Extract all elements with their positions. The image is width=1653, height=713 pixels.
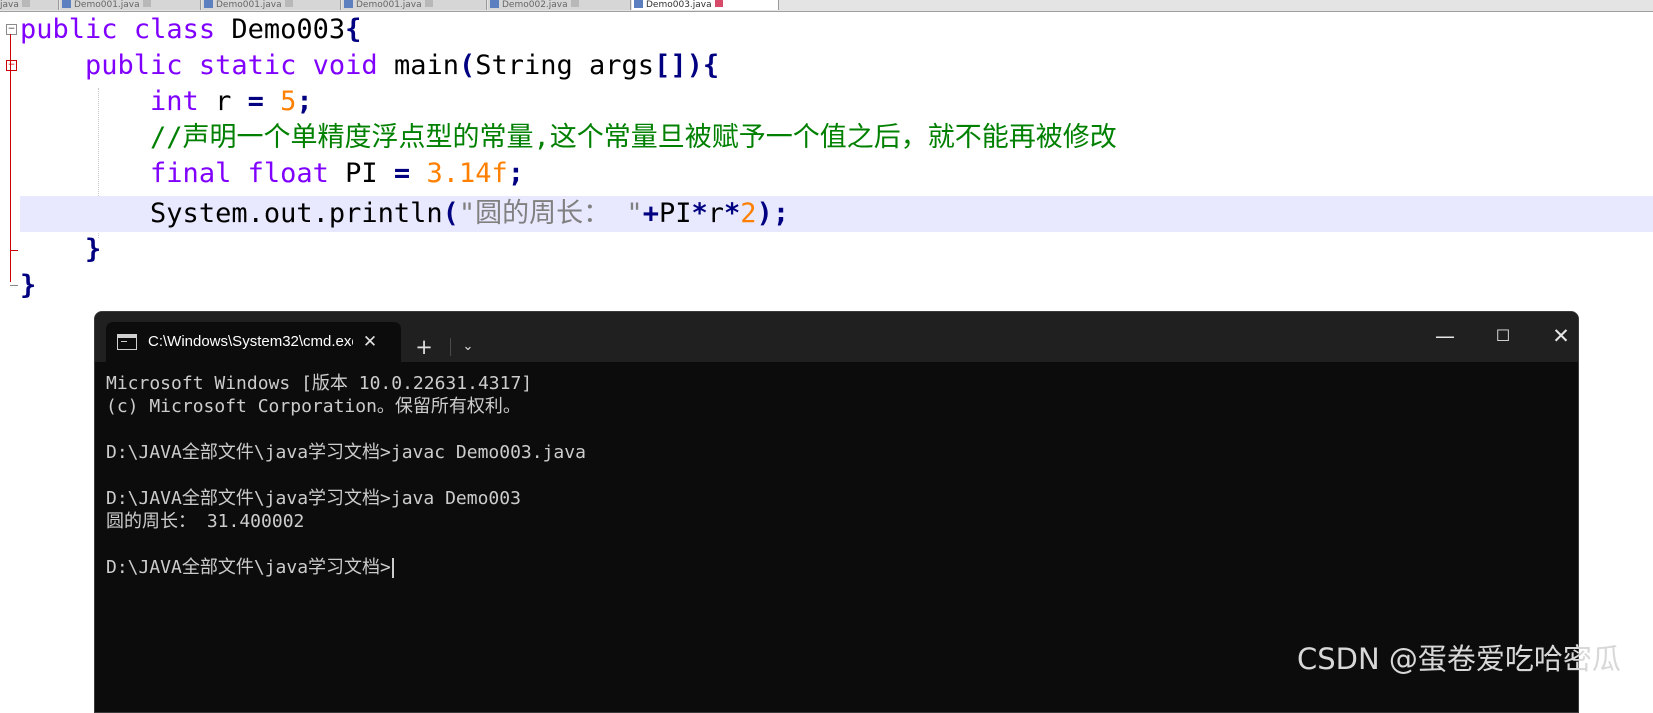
close-icon[interactable] [21, 0, 30, 7]
operator: + [642, 198, 659, 229]
fold-marker [10, 34, 11, 282]
editor-tab-active[interactable]: Demo003.java [632, 0, 779, 10]
keyword: void [312, 50, 378, 81]
identifier: Demo003 [231, 14, 346, 45]
editor-tab[interactable]: Demo001.java [202, 0, 341, 10]
operator: = [247, 86, 264, 117]
keyword: class [133, 14, 216, 45]
code-line[interactable]: } [20, 268, 36, 304]
editor-tab-label: Demo001.java [356, 0, 422, 10]
file-icon [62, 0, 71, 8]
maximize-button[interactable]: ☐ [1478, 318, 1528, 354]
code-line[interactable]: //声明一个单精度浮点型的常量,这个常量旦被赋予一个值之后，就不能再被修改 [20, 120, 1117, 156]
operator: ; [296, 86, 313, 117]
close-tab-icon[interactable]: ✕ [359, 331, 381, 353]
chevron-down-icon[interactable]: ⌄ [455, 334, 481, 360]
keyword: public [20, 14, 118, 45]
watermark: CSDN @蛋卷爱吃哈密瓜 [1297, 642, 1621, 676]
terminal-titlebar[interactable]: C:\Windows\System32\cmd.exe ✕ + ⌄ — ☐ ✕ [95, 312, 1578, 362]
editor-tab[interactable]: Demo001.java [342, 0, 487, 10]
code-line[interactable]: final float PI = 3.14f; [20, 156, 524, 192]
code-line[interactable]: public static void main(String args[]){ [20, 48, 719, 84]
editor-tab-label: Demo002.java [502, 0, 568, 10]
operator: ; [507, 158, 524, 189]
identifier: String args [475, 50, 655, 81]
terminal-tab[interactable]: C:\Windows\System32\cmd.exe ✕ [106, 322, 401, 362]
editor-tab-label: java [0, 0, 19, 10]
number-literal: 2 [740, 198, 757, 229]
code-line-current[interactable]: System.out.println("圆的周长： "+PI*r*2); [20, 196, 1653, 232]
close-icon[interactable] [424, 0, 433, 7]
operator: ) [756, 198, 773, 229]
number-literal: 3.14f [426, 158, 508, 189]
terminal-line: 圆的周长： 31.400002 [106, 511, 305, 532]
identifier: System.out.println [150, 198, 443, 229]
close-window-button[interactable]: ✕ [1536, 318, 1578, 354]
editor-tab[interactable]: Demo002.java [488, 0, 631, 10]
terminal-line: D:\JAVA全部文件\java学习文档>javac Demo003.java [106, 442, 586, 463]
terminal-line: Microsoft Windows [版本 10.0.22631.4317] [106, 373, 533, 394]
editor-tab-label: Demo003.java [646, 0, 712, 10]
terminal-icon [117, 334, 137, 350]
editor-tab-label: Demo001.java [216, 0, 282, 10]
keyword: static [198, 50, 297, 81]
operator: * [724, 198, 741, 229]
operator: * [691, 198, 708, 229]
file-icon [490, 0, 499, 8]
divider [450, 338, 451, 356]
terminal-line: (c) Microsoft Corporation。保留所有权利。 [106, 396, 521, 417]
fold-collapse-icon[interactable]: − [6, 60, 17, 71]
fold-marker-end [10, 250, 18, 251]
close-icon[interactable] [142, 0, 151, 7]
code-line[interactable]: } [20, 232, 101, 268]
identifier: PI [345, 158, 378, 189]
new-tab-button[interactable]: + [411, 334, 437, 360]
identifier: r [707, 198, 725, 229]
close-icon[interactable] [570, 0, 579, 7]
identifier: main [393, 50, 459, 81]
fold-collapse-icon[interactable]: − [6, 24, 17, 35]
terminal-line: D:\JAVA全部文件\java学习文档>java Demo003 [106, 488, 521, 509]
file-icon [204, 0, 213, 8]
operator: ; [772, 198, 790, 229]
string-literal: "圆的周长： " [458, 198, 643, 229]
operator: ( [442, 198, 459, 229]
editor-tab[interactable]: java [0, 0, 59, 10]
keyword: final [150, 158, 232, 189]
fold-marker-end [10, 285, 18, 286]
operator: = [393, 158, 411, 189]
text-cursor [391, 558, 394, 578]
keyword: public [85, 50, 183, 81]
file-icon [634, 0, 643, 8]
close-icon[interactable] [284, 0, 293, 7]
keyword: float [247, 158, 329, 189]
terminal-tab-title: C:\Windows\System32\cmd.exe [148, 333, 353, 350]
keyword: int [150, 86, 199, 117]
operator: []) [654, 50, 703, 81]
brace: { [345, 14, 362, 45]
code-line[interactable]: int r = 5; [20, 84, 313, 120]
number-literal: 5 [280, 86, 297, 117]
brace: { [702, 50, 720, 81]
terminal-prompt-line[interactable]: D:\JAVA全部文件\java学习文档> [106, 556, 394, 579]
identifier: r [215, 86, 232, 117]
operator: ( [458, 50, 476, 81]
editor-tab[interactable]: Demo001.java [60, 0, 201, 10]
brace: } [20, 270, 37, 301]
editor-tab-strip: java Demo001.java Demo001.java Demo001.j… [0, 0, 1653, 12]
comment: //声明一个单精度浮点型的常量,这个常量旦被赋予一个值之后，就不能再被修改 [150, 122, 1117, 153]
close-icon[interactable] [714, 0, 723, 7]
file-icon [344, 0, 353, 8]
identifier: PI [658, 198, 692, 229]
brace: } [85, 234, 102, 265]
code-line[interactable]: public class Demo003{ [20, 12, 361, 48]
minimize-button[interactable]: — [1420, 318, 1470, 354]
terminal-prompt: D:\JAVA全部文件\java学习文档> [106, 557, 391, 578]
editor-tab-label: Demo001.java [74, 0, 140, 10]
